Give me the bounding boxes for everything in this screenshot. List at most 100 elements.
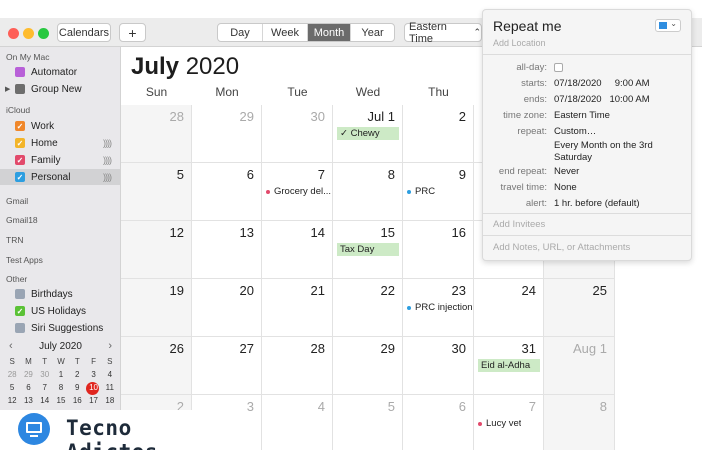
calendar-event[interactable]: Tax Day <box>337 243 399 256</box>
all-day-checkbox[interactable] <box>554 63 563 72</box>
sidebar-group-trn[interactable]: TRN <box>6 235 23 245</box>
mini-day[interactable]: 17 <box>85 396 101 405</box>
calendar-checkbox[interactable] <box>15 323 25 333</box>
mini-day[interactable]: 30 <box>37 370 53 379</box>
calendar-checkbox-checked[interactable]: ✓ <box>15 172 25 182</box>
day-cell[interactable]: 15 Tax Day <box>333 221 403 279</box>
minimize-window-button[interactable] <box>23 28 34 39</box>
timezone-popup[interactable]: Eastern Time ⌃ <box>404 21 482 45</box>
mini-day[interactable]: 5 <box>4 383 20 392</box>
calendar-event[interactable]: Grocery del... <box>266 185 331 198</box>
detail-value[interactable]: Eastern Time <box>554 110 610 121</box>
day-cell[interactable]: 7 Lucy vet <box>474 395 544 450</box>
calendar-checkbox[interactable] <box>15 84 25 94</box>
day-cell[interactable]: 2 <box>403 105 474 163</box>
detail-value[interactable]: Saturday <box>554 152 592 163</box>
detail-value[interactable]: 1 hr. before (default) <box>554 198 640 209</box>
calendar-event[interactable]: PRC <box>407 185 435 198</box>
mini-day[interactable]: 11 <box>102 383 118 392</box>
mini-day[interactable]: 14 <box>37 396 53 405</box>
disclosure-triangle-icon[interactable]: ▶ <box>5 85 10 93</box>
sidebar-group-gmail18[interactable]: Gmail18 <box>6 215 38 225</box>
mini-next-month-button[interactable]: › <box>108 340 112 352</box>
sidebar-item-family[interactable]: ✓ Family )))) <box>0 152 120 168</box>
calendar-event[interactable]: PRC injection <box>407 301 473 314</box>
day-cell[interactable]: 30 <box>403 337 474 395</box>
calendars-button[interactable]: Calendars <box>57 23 111 42</box>
day-cell[interactable]: 16 <box>403 221 474 279</box>
mini-day[interactable]: 7 <box>37 383 53 392</box>
mini-day[interactable]: 13 <box>20 396 36 405</box>
mini-day[interactable]: 8 <box>53 383 69 392</box>
day-cell[interactable]: 29 <box>192 105 262 163</box>
mini-day[interactable]: 18 <box>102 396 118 405</box>
day-cell[interactable]: Aug 1 <box>544 337 615 395</box>
day-cell[interactable]: 14 <box>262 221 333 279</box>
day-cell[interactable]: 5 <box>333 395 403 450</box>
mini-day-today[interactable]: 10 <box>85 383 101 392</box>
detail-value[interactable]: 07/18/2020 10:00 AM <box>554 94 650 105</box>
day-cell[interactable]: 28 <box>121 105 192 163</box>
add-invitees-field[interactable]: Add Invitees <box>493 219 545 230</box>
event-title-field[interactable]: Repeat me <box>493 18 561 34</box>
day-cell[interactable]: 25 <box>544 279 615 337</box>
view-day-button[interactable]: Day <box>218 24 263 41</box>
day-cell[interactable]: 4 <box>262 395 333 450</box>
view-week-button[interactable]: Week <box>263 24 308 41</box>
mini-day[interactable]: 9 <box>69 383 85 392</box>
day-cell[interactable]: 5 <box>121 163 192 221</box>
day-cell[interactable]: 8 <box>544 395 615 450</box>
view-month-button[interactable]: Month <box>308 24 351 41</box>
mini-day[interactable]: 29 <box>20 370 36 379</box>
mini-day[interactable]: 4 <box>102 370 118 379</box>
day-cell[interactable]: 9 PRC <box>403 163 474 221</box>
day-cell[interactable]: 28 <box>262 337 333 395</box>
mini-day[interactable]: 28 <box>4 370 20 379</box>
view-year-button[interactable]: Year <box>351 24 394 41</box>
day-cell[interactable]: 29 <box>333 337 403 395</box>
mini-day[interactable]: 12 <box>4 396 20 405</box>
sidebar-item-automator[interactable]: Automator <box>0 64 120 80</box>
day-cell[interactable]: 30 <box>262 105 333 163</box>
mini-day[interactable]: 1 <box>53 370 69 379</box>
calendar-checkbox-checked[interactable]: ✓ <box>15 121 25 131</box>
day-cell[interactable]: 26 <box>121 337 192 395</box>
mini-day[interactable]: 2 <box>69 370 85 379</box>
add-event-button[interactable]: + <box>119 23 146 42</box>
mini-day[interactable]: 16 <box>69 396 85 405</box>
sidebar-item-personal[interactable]: ✓ Personal )))) <box>0 169 120 185</box>
sidebar-item-siri-suggestions[interactable]: Siri Suggestions <box>0 320 120 336</box>
calendar-checkbox[interactable] <box>15 67 25 77</box>
day-cell[interactable]: Jul 1 ✓ Chewy <box>333 105 403 163</box>
detail-value[interactable]: Never <box>554 166 579 177</box>
detail-value[interactable]: 07/18/2020 9:00 AM <box>554 78 650 89</box>
day-cell[interactable]: 23 PRC injection <box>403 279 474 337</box>
day-cell[interactable]: 22 <box>333 279 403 337</box>
detail-value[interactable]: Custom… <box>554 126 596 137</box>
sidebar-item-birthdays[interactable]: Birthdays <box>0 286 120 302</box>
day-cell[interactable]: 21 <box>262 279 333 337</box>
day-cell[interactable]: 6 <box>192 163 262 221</box>
calendar-checkbox-checked[interactable]: ✓ <box>15 155 25 165</box>
sidebar-item-work[interactable]: ✓ Work <box>0 118 120 134</box>
mini-day[interactable]: 15 <box>53 396 69 405</box>
detail-value[interactable]: None <box>554 182 577 193</box>
close-window-button[interactable] <box>8 28 19 39</box>
calendar-event[interactable]: Lucy vet <box>478 417 521 430</box>
add-location-field[interactable]: Add Location <box>493 38 546 48</box>
calendar-event[interactable]: ✓ Chewy <box>337 127 399 140</box>
day-cell[interactable]: 24 <box>474 279 544 337</box>
calendar-event[interactable]: Eid al-Adha <box>478 359 540 372</box>
day-cell[interactable]: 20 <box>192 279 262 337</box>
day-cell[interactable]: 13 <box>192 221 262 279</box>
day-cell[interactable]: 7 Grocery del... <box>262 163 333 221</box>
zoom-window-button[interactable] <box>38 28 49 39</box>
day-cell[interactable]: 6 <box>403 395 474 450</box>
calendar-checkbox[interactable] <box>15 289 25 299</box>
detail-value[interactable]: Every Month on the 3rd <box>554 140 653 151</box>
day-cell[interactable]: 27 <box>192 337 262 395</box>
day-cell[interactable]: 19 <box>121 279 192 337</box>
sidebar-group-test-apps[interactable]: Test Apps <box>6 255 43 265</box>
day-cell[interactable]: 31 Eid al-Adha <box>474 337 544 395</box>
day-cell[interactable]: 8 <box>333 163 403 221</box>
